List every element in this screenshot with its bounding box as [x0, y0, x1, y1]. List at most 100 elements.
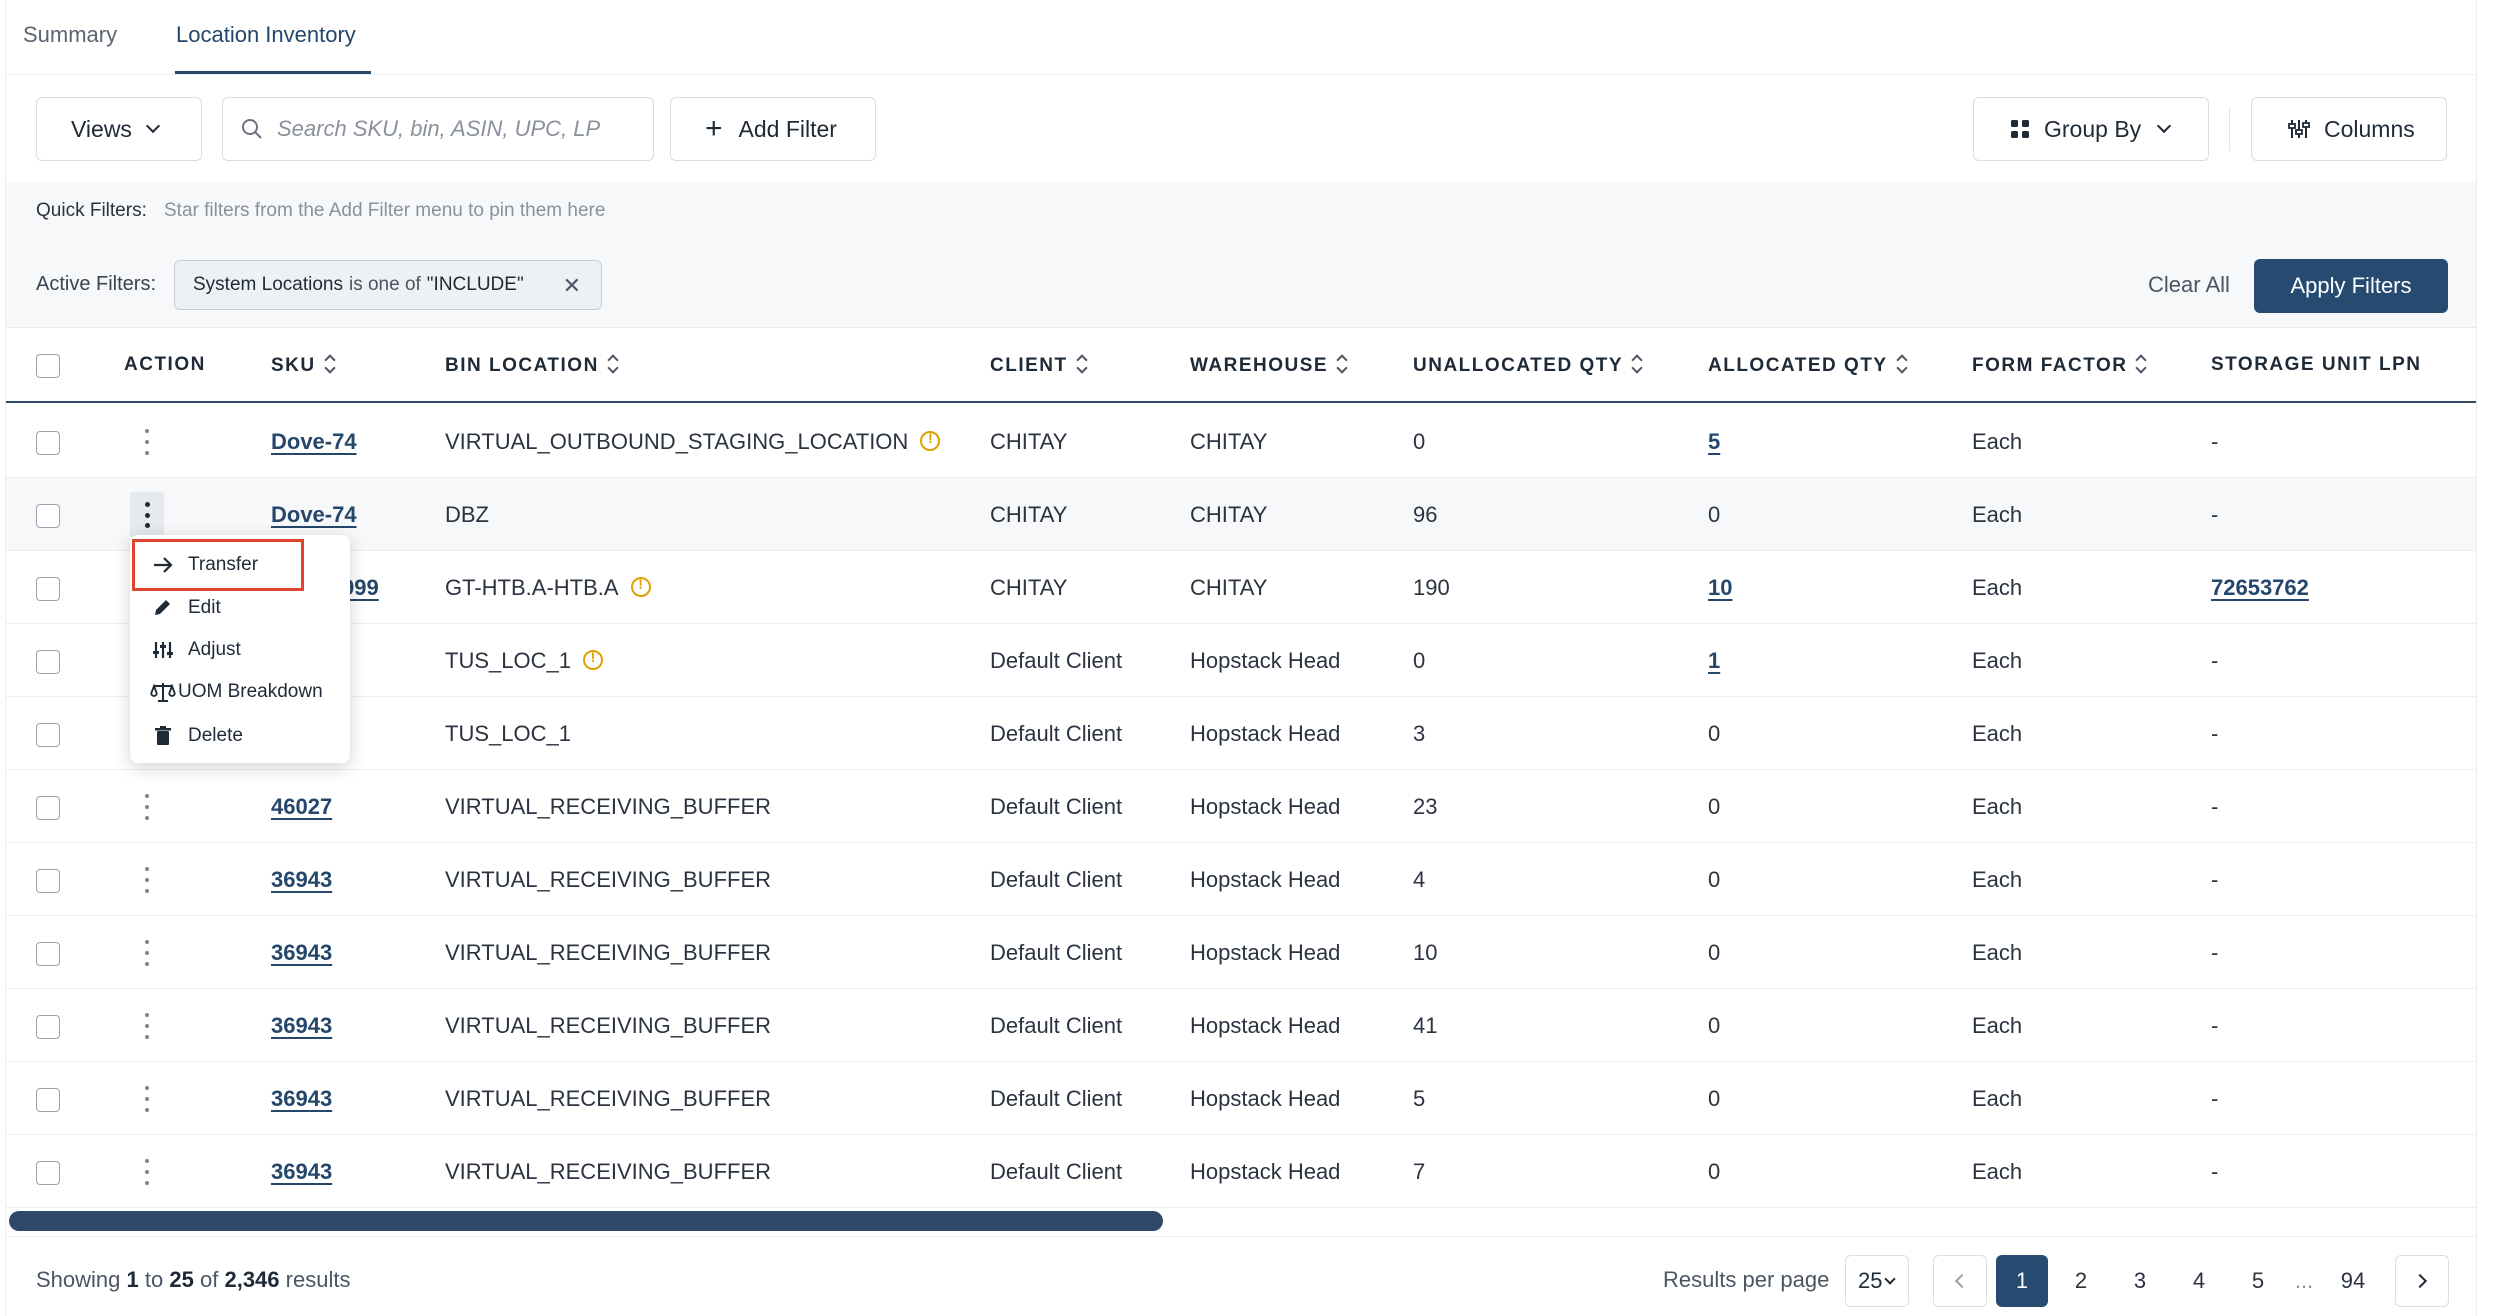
form-factor-cell: Each: [1972, 429, 2023, 454]
header-form-factor[interactable]: FORM FACTOR: [1972, 354, 2147, 377]
close-icon[interactable]: ✕: [563, 273, 581, 299]
horizontal-scrollbar[interactable]: [6, 1205, 2476, 1233]
sku-link[interactable]: Dove-74: [271, 502, 357, 528]
kebab-menu-icon[interactable]: [130, 492, 164, 538]
client-cell: Default Client: [990, 648, 1123, 673]
page-4-button[interactable]: 4: [2184, 1255, 2214, 1307]
warehouse-cell: Hopstack Head: [1190, 648, 1341, 673]
sku-link[interactable]: 36943: [271, 867, 332, 893]
active-filters-label: Active Filters:: [36, 273, 157, 295]
menu-item-delete[interactable]: Delete: [152, 721, 243, 751]
warehouse-cell: Hopstack Head: [1190, 794, 1341, 819]
add-filter-button[interactable]: + Add Filter: [670, 97, 876, 161]
select-all-checkbox[interactable]: [36, 354, 60, 378]
row-checkbox[interactable]: [36, 796, 60, 820]
sort-icon[interactable]: [2135, 354, 2147, 374]
lpn-cell: -: [2211, 1013, 2219, 1038]
sort-icon[interactable]: [1896, 354, 1908, 374]
lpn-cell: -: [2211, 867, 2219, 892]
sku-link[interactable]: 46027: [271, 794, 332, 820]
sku-link[interactable]: 36943: [271, 1013, 332, 1039]
page-1-button[interactable]: 1: [1996, 1255, 2048, 1307]
sort-icon[interactable]: [1076, 354, 1088, 374]
menu-item-transfer[interactable]: Transfer: [152, 550, 258, 580]
active-filter-chip[interactable]: System Locations is one of "INCLUDE" ✕: [174, 260, 602, 310]
sku-link[interactable]: 36943: [271, 1159, 332, 1185]
sku-link[interactable]: Dove-74: [271, 429, 357, 455]
kebab-menu-icon[interactable]: [136, 790, 158, 824]
header-warehouse[interactable]: WAREHOUSE: [1190, 354, 1348, 377]
search-placeholder: Search SKU, bin, ASIN, UPC, LP: [277, 116, 601, 141]
table-row: 36943 VIRTUAL_RECEIVING_BUFFER Default C…: [6, 1135, 2476, 1208]
allocated-qty-link[interactable]: 1: [1708, 648, 1720, 674]
row-checkbox[interactable]: [36, 504, 60, 528]
warehouse-cell: CHITAY: [1190, 429, 1268, 454]
kebab-menu-icon[interactable]: [136, 1082, 158, 1116]
allocated-qty-cell: 0: [1708, 940, 1721, 965]
header-allocated-qty[interactable]: ALLOCATED QTY: [1708, 354, 1908, 377]
table-row: TUS_LOC_1 Default Client Hopstack Head 0…: [6, 624, 2476, 697]
sort-icon[interactable]: [324, 354, 336, 374]
results-per-page-label: Results per page: [1663, 1267, 1830, 1292]
row-checkbox[interactable]: [36, 431, 60, 455]
menu-item-uom-breakdown[interactable]: UOM Breakdown: [150, 677, 323, 707]
allocated-qty-link[interactable]: 10: [1708, 575, 1732, 601]
lpn-cell: -: [2211, 940, 2219, 965]
form-factor-cell: Each: [1972, 648, 2023, 673]
header-sku[interactable]: SKU: [271, 354, 336, 377]
table-row: 36943 VIRTUAL_RECEIVING_BUFFER Default C…: [6, 843, 2476, 916]
header-unallocated-qty[interactable]: UNALLOCATED QTY: [1413, 354, 1643, 377]
pagination-ellipsis: ...: [2294, 1268, 2314, 1293]
kebab-menu-icon[interactable]: [136, 1155, 158, 1189]
filter-band: Quick Filters: Star filters from the Add…: [6, 182, 2476, 328]
apply-filters-button[interactable]: Apply Filters: [2254, 259, 2448, 313]
allocated-qty-cell: 0: [1708, 867, 1721, 892]
next-page-button[interactable]: [2395, 1255, 2449, 1307]
allocated-qty-link[interactable]: 5: [1708, 429, 1720, 455]
bin-location-cell: VIRTUAL_RECEIVING_BUFFER: [445, 794, 772, 819]
menu-item-adjust[interactable]: Adjust: [152, 635, 241, 665]
sort-icon[interactable]: [1336, 354, 1348, 374]
header-client[interactable]: CLIENT: [990, 354, 1088, 377]
prev-page-button[interactable]: [1933, 1255, 1987, 1307]
results-per-page-select[interactable]: 25: [1845, 1255, 1909, 1307]
table-header: ACTION SKU BIN LOCATION CLIENT WAREHOUSE…: [6, 328, 2476, 403]
warehouse-cell: CHITAY: [1190, 502, 1268, 527]
clear-all-button[interactable]: Clear All: [2148, 272, 2230, 298]
row-checkbox[interactable]: [36, 1161, 60, 1185]
views-button[interactable]: Views: [36, 97, 202, 161]
lpn-link[interactable]: 72653762: [2211, 575, 2309, 601]
unallocated-qty-cell: 3: [1413, 721, 1426, 746]
page-2-button[interactable]: 2: [2066, 1255, 2096, 1307]
header-bin-location[interactable]: BIN LOCATION: [445, 354, 619, 377]
page-5-button[interactable]: 5: [2243, 1255, 2273, 1307]
sort-icon[interactable]: [1631, 354, 1643, 374]
row-checkbox[interactable]: [36, 577, 60, 601]
row-checkbox[interactable]: [36, 942, 60, 966]
table-row: Dove-74 DBZ CHITAY CHITAY 96 0 Each -: [6, 478, 2476, 551]
kebab-menu-icon[interactable]: [136, 863, 158, 897]
row-checkbox[interactable]: [36, 1088, 60, 1112]
menu-item-edit[interactable]: Edit: [152, 593, 221, 623]
search-input[interactable]: Search SKU, bin, ASIN, UPC, LP: [222, 97, 654, 161]
group-by-button[interactable]: Group By: [1973, 97, 2209, 161]
quick-filters-hint: Star filters from the Add Filter menu to…: [164, 200, 606, 221]
tab-summary[interactable]: Summary: [23, 22, 117, 48]
client-cell: CHITAY: [990, 429, 1068, 454]
warning-icon: [630, 576, 651, 597]
page-3-button[interactable]: 3: [2125, 1255, 2155, 1307]
kebab-menu-icon[interactable]: [136, 936, 158, 970]
sort-icon[interactable]: [607, 354, 619, 374]
scrollbar-thumb[interactable]: [9, 1211, 1163, 1231]
row-checkbox[interactable]: [36, 650, 60, 674]
sku-link[interactable]: 36943: [271, 1086, 332, 1112]
page-94-button[interactable]: 94: [2331, 1255, 2375, 1307]
row-checkbox[interactable]: [36, 869, 60, 893]
row-checkbox[interactable]: [36, 723, 60, 747]
row-checkbox[interactable]: [36, 1015, 60, 1039]
kebab-menu-icon[interactable]: [136, 1009, 158, 1043]
sku-link[interactable]: 36943: [271, 940, 332, 966]
columns-button[interactable]: Columns: [2251, 97, 2447, 161]
kebab-menu-icon[interactable]: [136, 425, 158, 459]
tab-location-inventory[interactable]: Location Inventory: [176, 22, 356, 48]
